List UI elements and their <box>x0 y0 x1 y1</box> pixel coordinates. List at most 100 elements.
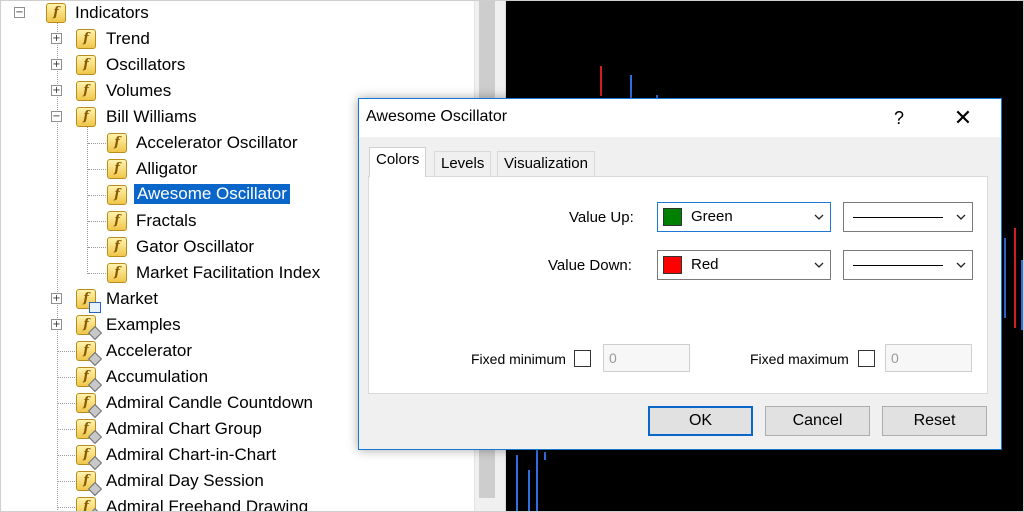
tree-guide-line <box>88 247 106 248</box>
indicator-icon: f <box>107 211 127 231</box>
expand-icon[interactable]: + <box>51 85 62 96</box>
expand-icon[interactable]: + <box>51 33 62 44</box>
expand-icon[interactable]: + <box>51 319 62 330</box>
tree-item-label: Indicators <box>75 3 149 22</box>
candle-mark <box>1014 228 1016 328</box>
candle-mark <box>630 75 632 100</box>
tree-item-label: Trend <box>106 29 150 48</box>
custom-indicator-icon: f <box>76 341 103 367</box>
indicator-glyph: f <box>83 369 89 384</box>
indicator-glyph: f <box>83 317 89 332</box>
indicator-icon: f <box>107 159 127 179</box>
reset-button[interactable]: Reset <box>882 406 987 436</box>
value-down-color-select[interactable]: Red <box>657 250 831 280</box>
indicator-folder-icon: f <box>76 29 96 49</box>
tree-item-label: Alligator <box>136 159 198 178</box>
collapse-icon[interactable]: − <box>14 7 25 18</box>
tree-item-label: Gator Oscillator <box>136 237 255 256</box>
indicator-glyph: f <box>83 343 89 358</box>
candle-mark <box>516 455 518 512</box>
candle-mark <box>1004 238 1006 318</box>
indicator-glyph: f <box>83 447 89 462</box>
tree-item-label: Volumes <box>106 81 172 100</box>
tree-guide-line <box>58 455 75 456</box>
tree-item-label: Oscillators <box>106 55 186 74</box>
custom-badge-icon <box>87 507 103 512</box>
ok-button[interactable]: OK <box>648 406 753 436</box>
cancel-button[interactable]: Cancel <box>765 406 870 436</box>
tree-item-label: Admiral Day Session <box>106 471 264 490</box>
value-down-color-swatch <box>663 256 682 274</box>
indicator-folder-icon: f <box>76 107 96 127</box>
fixed-minimum-checkbox[interactable] <box>574 350 591 367</box>
tree-item-label: Admiral Freehand Drawing <box>106 497 309 512</box>
fixed-maximum-checkbox[interactable] <box>858 350 875 367</box>
fixed-maximum-input[interactable]: 0 <box>885 344 972 372</box>
tree-item-indicators[interactable]: − f Indicators <box>2 0 472 26</box>
fixed-maximum-label: Fixed maximum <box>750 351 849 367</box>
value-down-line-style-select[interactable] <box>843 250 973 280</box>
custom-indicator-icon: f <box>76 445 103 471</box>
fixed-minimum-input[interactable]: 0 <box>603 344 690 372</box>
tree-item-label: Admiral Candle Countdown <box>106 393 313 412</box>
indicator-folder-icon: f <box>46 3 66 23</box>
tab-visualization[interactable]: Visualization <box>497 151 595 177</box>
tree-item-oscillators[interactable]: + f Oscillators <box>2 52 472 78</box>
dialog-title: Awesome Oscillator <box>366 108 508 125</box>
colors-tab-panel: Value Up: Green Value Down: Red Fixed mi… <box>368 176 988 394</box>
tab-levels[interactable]: Levels <box>434 151 492 177</box>
line-style-preview <box>853 265 943 266</box>
indicator-icon: f <box>107 133 127 153</box>
indicator-glyph: f <box>83 499 89 512</box>
tree-item-admiral-day-session[interactable]: f Admiral Day Session <box>2 468 472 497</box>
custom-indicator-icon: f <box>76 315 103 341</box>
tree-guide-line <box>58 481 75 482</box>
tree-item-label: Examples <box>106 315 181 334</box>
tree-item-label: Accelerator Oscillator <box>136 133 298 152</box>
line-style-preview <box>853 217 943 218</box>
tree-guide-line <box>88 195 106 196</box>
help-button[interactable]: ? <box>885 104 913 132</box>
collapse-icon[interactable]: − <box>51 111 62 122</box>
tree-guide-line <box>58 403 75 404</box>
value-up-line-style-select[interactable] <box>843 202 973 232</box>
value-down-label: Value Down: <box>548 257 632 274</box>
value-up-color-name: Green <box>691 208 733 225</box>
tree-guide-line <box>58 429 75 430</box>
candle-mark <box>528 470 530 512</box>
dialog-titlebar[interactable]: Awesome Oscillator ? ✕ <box>359 99 1001 137</box>
indicator-icon: f <box>107 185 127 205</box>
indicator-glyph: f <box>83 291 89 306</box>
tree-item-trend[interactable]: + f Trend <box>2 26 472 52</box>
candle-mark <box>536 440 538 512</box>
tree-item-label: Bill Williams <box>106 107 197 126</box>
candle-mark <box>600 66 602 96</box>
tree-item-admiral-freehand-drawing[interactable]: f Admiral Freehand Drawing <box>2 494 472 512</box>
tree-guide-line <box>88 273 106 274</box>
market-indicator-icon: f <box>76 289 101 313</box>
value-down-color-name: Red <box>691 256 719 273</box>
close-button[interactable]: ✕ <box>949 104 977 132</box>
indicator-glyph: f <box>83 421 89 436</box>
tree-guide-line <box>88 221 106 222</box>
value-up-color-swatch <box>663 208 682 226</box>
indicator-folder-icon: f <box>76 55 96 75</box>
chevron-down-icon <box>814 260 824 270</box>
tree-item-label: Market Facilitation Index <box>136 263 321 282</box>
indicator-properties-dialog: Awesome Oscillator ? ✕ Colors Levels Vis… <box>358 98 1002 450</box>
value-up-color-select[interactable]: Green <box>657 202 831 232</box>
tab-colors[interactable]: Colors <box>369 147 427 177</box>
tree-guide-line <box>88 169 106 170</box>
indicator-glyph: f <box>83 395 89 410</box>
custom-indicator-icon: f <box>76 419 103 445</box>
tree-item-label: Admiral Chart Group <box>106 419 262 438</box>
chevron-down-icon <box>814 212 824 222</box>
tree-item-label: Admiral Chart-in-Chart <box>106 445 277 464</box>
expand-icon[interactable]: + <box>51 59 62 70</box>
tree-item-label: Awesome Oscillator <box>134 184 290 204</box>
expand-icon[interactable]: + <box>51 293 62 304</box>
indicator-folder-icon: f <box>76 81 96 101</box>
tree-guide-line <box>58 351 75 352</box>
value-up-label: Value Up: <box>569 209 634 226</box>
candle-mark <box>544 452 546 460</box>
